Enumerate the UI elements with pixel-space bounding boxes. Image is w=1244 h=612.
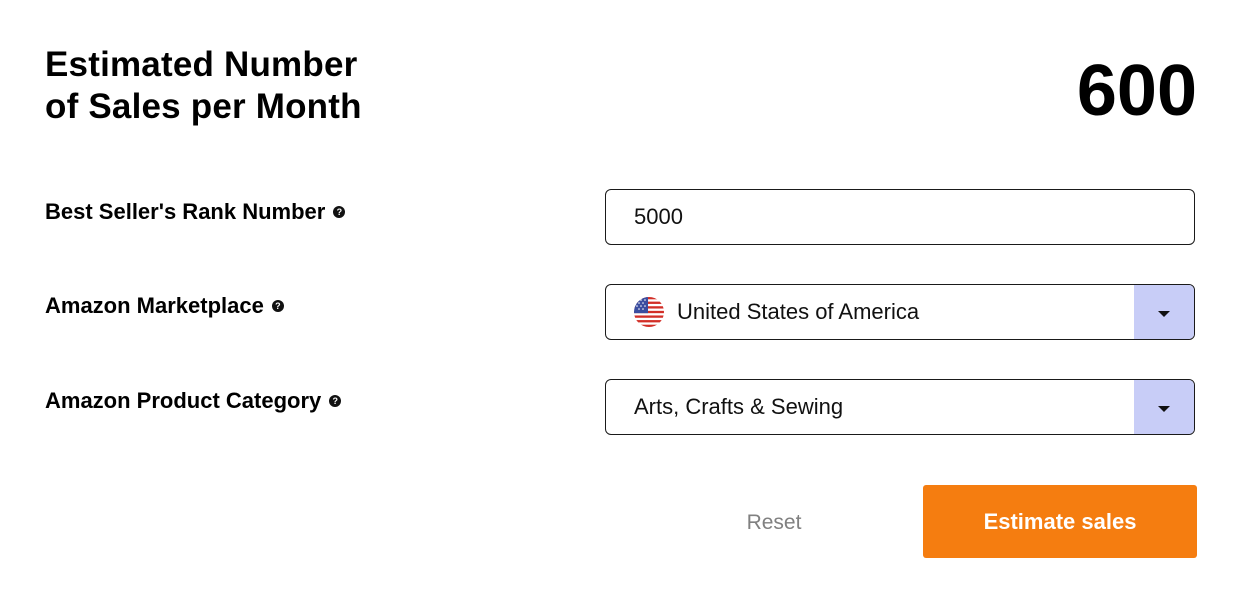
title-line-2: of Sales per Month — [45, 87, 362, 126]
category-select[interactable]: Arts, Crafts & Sewing — [605, 379, 1195, 435]
estimated-sales-value: 600 — [1076, 51, 1197, 131]
us-flag-icon — [634, 297, 664, 327]
question-circle-icon[interactable]: ? — [271, 300, 284, 312]
rank-input[interactable] — [606, 190, 1194, 244]
marketplace-dropdown-button[interactable] — [1134, 285, 1194, 339]
page-title: Estimated Number of Sales per Month — [45, 44, 445, 128]
question-circle-icon[interactable]: ? — [333, 206, 346, 218]
category-dropdown-button[interactable] — [1134, 380, 1194, 434]
rank-field[interactable] — [605, 189, 1195, 245]
marketplace-value: United States of America — [677, 299, 920, 324]
category-label-text: Amazon Product Category — [45, 388, 322, 413]
question-circle-icon[interactable]: ? — [329, 395, 342, 407]
category-selected[interactable]: Arts, Crafts & Sewing — [634, 380, 843, 434]
marketplace-label-text: Amazon Marketplace — [45, 293, 264, 318]
rank-label: Best Seller's Rank Number ? — [45, 198, 346, 226]
estimate-sales-button[interactable]: Estimate sales — [923, 485, 1197, 558]
category-value: Arts, Crafts & Sewing — [634, 394, 844, 419]
category-label: Amazon Product Category ? — [45, 387, 342, 415]
marketplace-label: Amazon Marketplace ? — [45, 292, 284, 320]
marketplace-select[interactable]: United States of America — [605, 284, 1195, 340]
title-line-1: Estimated Number — [45, 45, 358, 84]
marketplace-selected[interactable]: United States of America — [634, 285, 919, 339]
reset-button[interactable]: Reset — [724, 504, 824, 540]
caret-down-icon — [1158, 310, 1170, 317]
rank-label-text: Best Seller's Rank Number — [45, 199, 326, 224]
caret-down-icon — [1158, 405, 1170, 412]
